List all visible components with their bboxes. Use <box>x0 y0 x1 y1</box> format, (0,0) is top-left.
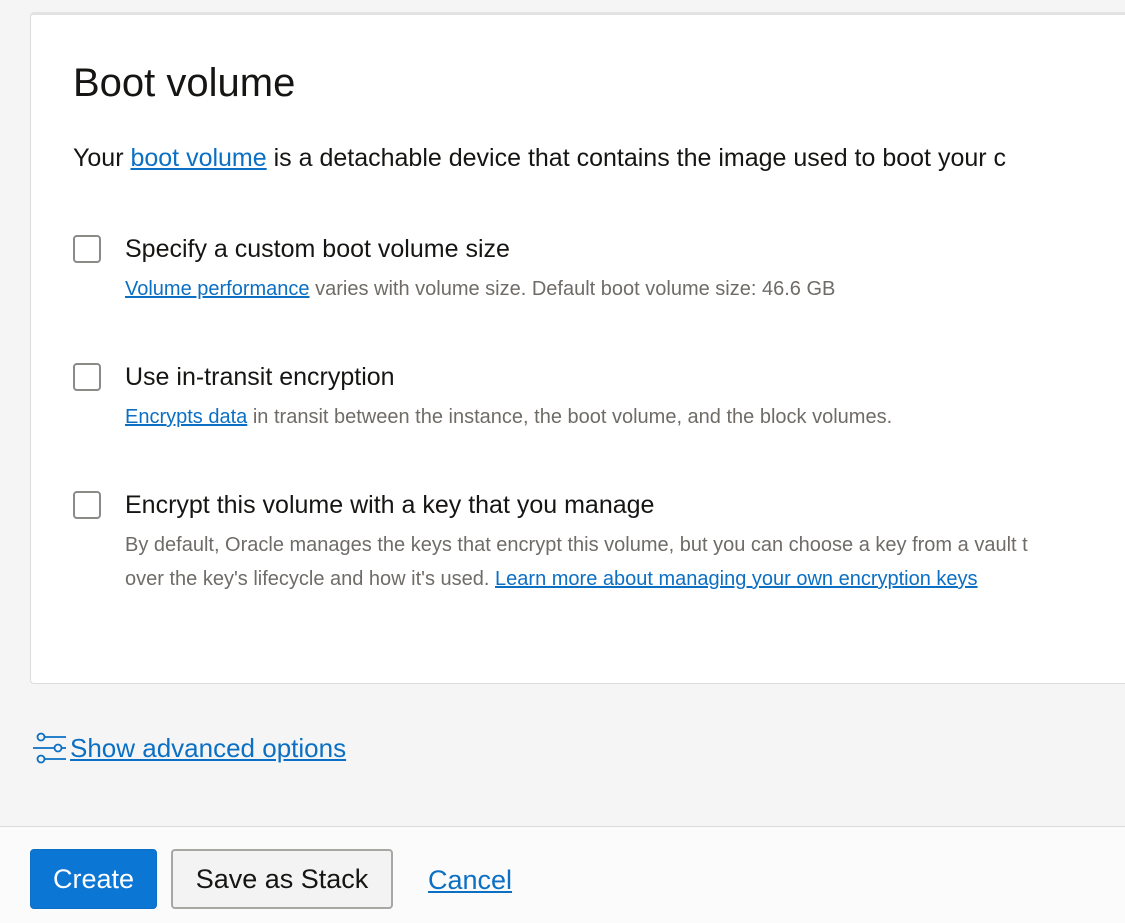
boot-volume-card: Boot volume Your boot volume is a detach… <box>30 12 1125 684</box>
key-help-line-2: over the key's lifecycle and how it's us… <box>125 562 1028 596</box>
custom-boot-volume-size-label[interactable]: Specify a custom boot volume size <box>125 233 510 265</box>
customer-managed-key-label[interactable]: Encrypt this volume with a key that you … <box>125 489 654 521</box>
encrypts-data-link[interactable]: Encrypts data <box>125 406 247 428</box>
boot-volume-link[interactable]: boot volume <box>130 144 266 172</box>
page: Boot volume Your boot volume is a detach… <box>0 0 1125 923</box>
cancel-link[interactable]: Cancel <box>428 864 512 896</box>
intro-prefix: Your <box>73 144 131 172</box>
customer-managed-key-checkbox[interactable] <box>73 491 101 519</box>
in-transit-encryption-label[interactable]: Use in-transit encryption <box>125 361 395 393</box>
customer-managed-key-help: By default, Oracle manages the keys that… <box>125 528 1028 596</box>
create-button[interactable]: Create <box>30 849 157 909</box>
section-title: Boot volume <box>73 61 296 105</box>
intro-suffix: is a detachable device that contains the… <box>266 144 1007 172</box>
form-footer: Create Save as Stack Cancel <box>0 826 1125 923</box>
custom-boot-volume-size-help: Volume performance varies with volume si… <box>125 272 835 306</box>
key-help-line-1: By default, Oracle manages the keys that… <box>125 534 1028 556</box>
boot-volume-description: Your boot volume is a detachable device … <box>73 142 1006 174</box>
volume-size-help-text: varies with volume size. Default boot vo… <box>309 278 836 300</box>
in-transit-help-text: in transit between the instance, the boo… <box>247 406 893 428</box>
key-help-line-2-text: over the key's lifecycle and how it's us… <box>125 568 496 590</box>
custom-boot-volume-size-checkbox[interactable] <box>73 235 101 263</box>
show-advanced-options-link[interactable]: Show advanced options <box>32 730 346 766</box>
in-transit-encryption-help: Encrypts data in transit between the ins… <box>125 400 892 434</box>
volume-performance-link[interactable]: Volume performance <box>125 278 310 300</box>
in-transit-encryption-checkbox[interactable] <box>73 363 101 391</box>
encryption-keys-learn-more-link[interactable]: Learn more about managing your own encry… <box>495 568 978 590</box>
sliders-icon <box>33 732 66 764</box>
save-as-stack-button[interactable]: Save as Stack <box>171 849 393 909</box>
show-advanced-options-label[interactable]: Show advanced options <box>70 732 346 764</box>
